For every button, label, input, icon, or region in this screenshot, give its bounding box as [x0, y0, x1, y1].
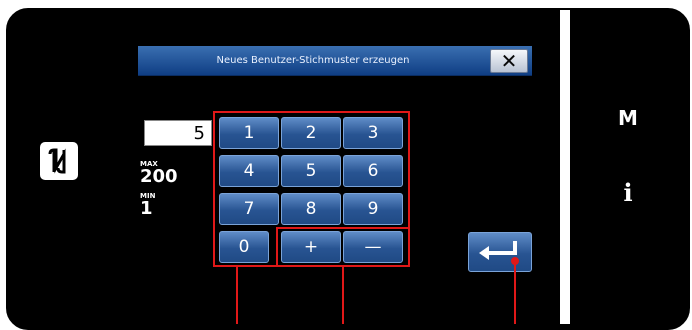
dialog-header: Neues Benutzer-Stichmuster erzeugen ✕	[138, 46, 532, 76]
nfc-icon	[40, 142, 78, 180]
number-input[interactable]: 5	[144, 120, 212, 146]
min-value: 1	[140, 198, 153, 219]
info-button[interactable]: i	[578, 178, 678, 207]
key-plus[interactable]: +	[281, 231, 341, 263]
max-value: 200	[140, 166, 178, 187]
max-range: MAX 200	[140, 160, 178, 186]
close-icon: ✕	[500, 49, 518, 73]
key-4[interactable]: 4	[219, 155, 279, 187]
key-6[interactable]: 6	[343, 155, 403, 187]
min-range: MIN 1	[140, 192, 155, 218]
key-5[interactable]: 5	[281, 155, 341, 187]
m-button[interactable]: M	[578, 106, 678, 130]
enter-button[interactable]	[468, 232, 532, 272]
key-9[interactable]: 9	[343, 193, 403, 225]
close-button[interactable]: ✕	[490, 49, 528, 73]
key-minus[interactable]: —	[343, 231, 403, 263]
key-2[interactable]: 2	[281, 117, 341, 149]
dialog-title: Neues Benutzer-Stichmuster erzeugen	[216, 55, 410, 66]
key-1[interactable]: 1	[219, 117, 279, 149]
key-0[interactable]: 0	[219, 231, 269, 263]
screen-divider	[560, 10, 570, 324]
key-8[interactable]: 8	[281, 193, 341, 225]
leader-line-plus-minus	[342, 267, 344, 324]
leader-line-enter	[514, 263, 516, 324]
leader-line-keypad	[236, 267, 238, 324]
key-3[interactable]: 3	[343, 117, 403, 149]
key-7[interactable]: 7	[219, 193, 279, 225]
